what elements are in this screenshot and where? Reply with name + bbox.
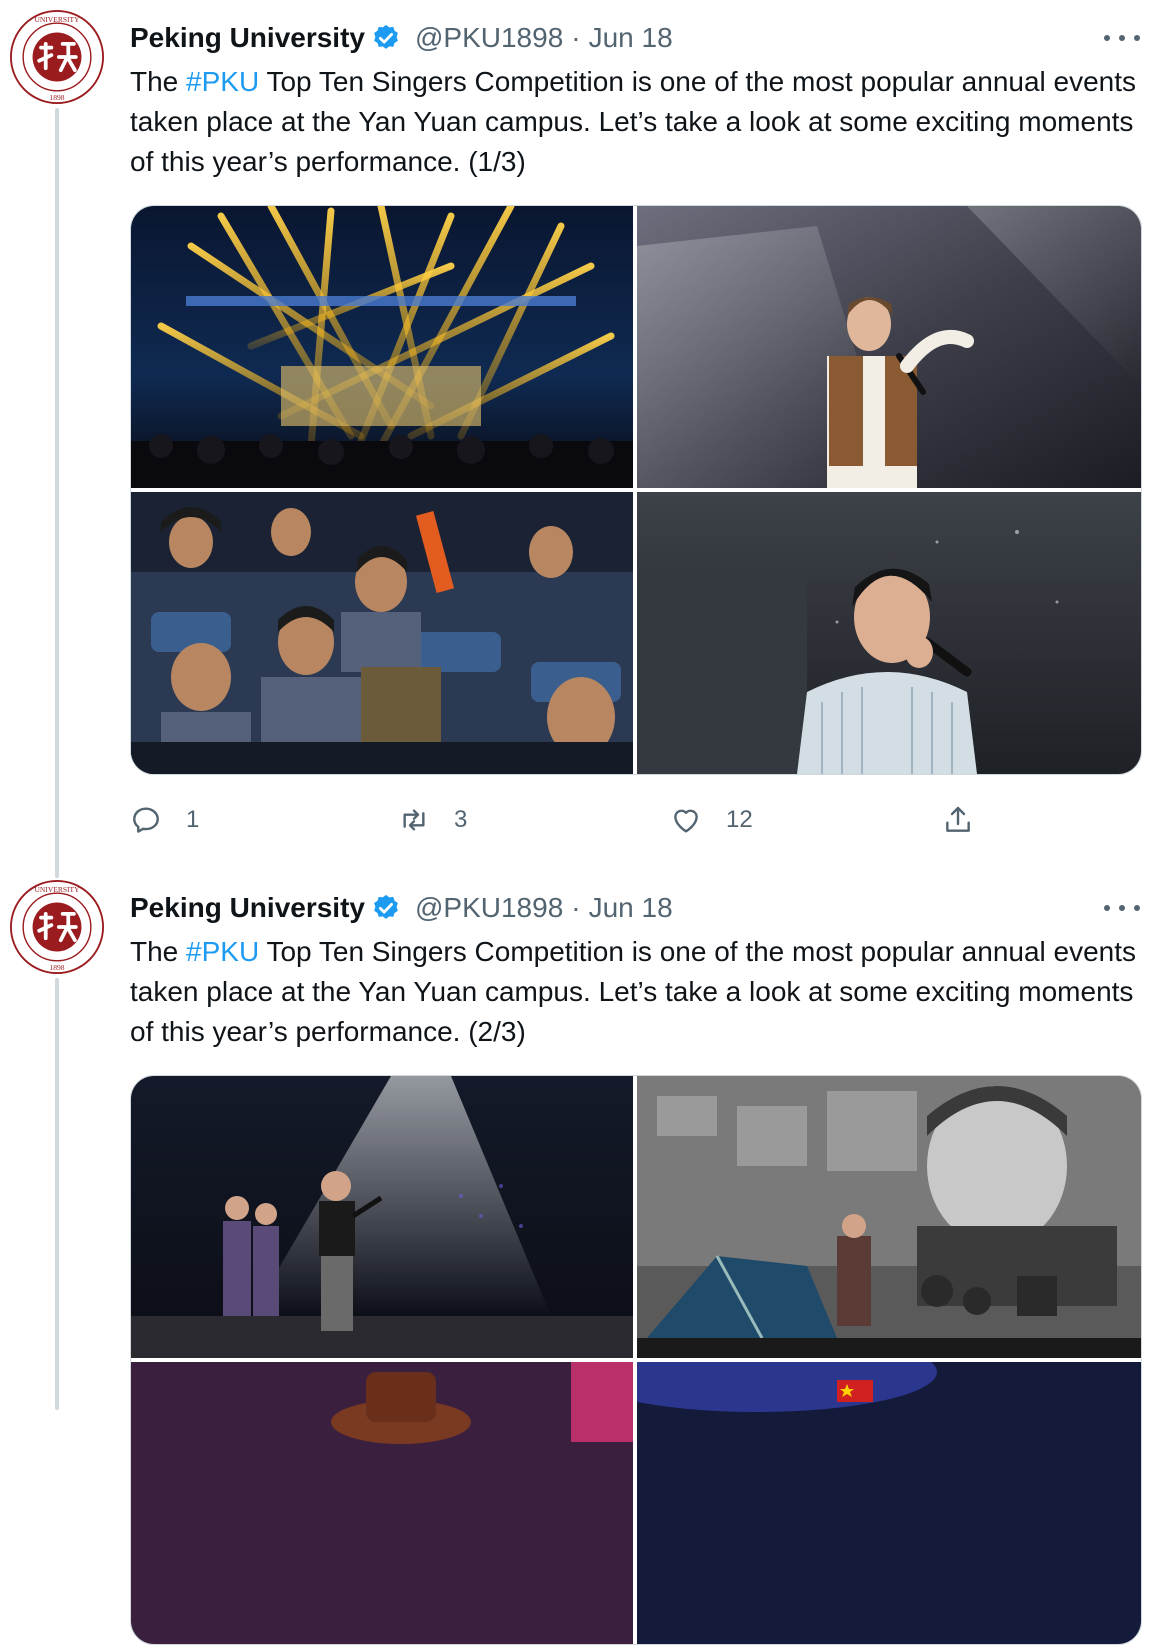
tweet-text-rest: Top Ten Singers Competition is one of th…: [130, 936, 1137, 1047]
separator-dot: ·: [571, 22, 581, 53]
author-name[interactable]: Peking University: [130, 892, 365, 924]
tweet-actions: 1 3 12: [130, 800, 1140, 840]
tweet-header: Peking University @PKU1898 · Jun 18: [130, 18, 673, 58]
reply-icon: [133, 807, 159, 833]
female-singer-photo: [637, 206, 1141, 488]
reply-button[interactable]: 1: [130, 800, 199, 840]
tweet[interactable]: UNIVERSITY 1898 Peking University @PKU18…: [0, 0, 1164, 870]
tweet-text: The #PKU Top Ten Singers Competition is …: [130, 62, 1150, 182]
author-handle[interactable]: @PKU1898: [415, 22, 563, 54]
audience-photo: [131, 492, 633, 774]
hashtag-link[interactable]: #PKU: [186, 66, 259, 97]
singer-with-backup-photo: [131, 1076, 633, 1358]
verified-badge-icon: [371, 893, 401, 923]
heart-icon: [674, 809, 698, 833]
photo-male-singer[interactable]: [637, 492, 1141, 774]
like-button[interactable]: 12: [670, 800, 753, 840]
photo-grid: [130, 205, 1142, 775]
photo-stage-lights[interactable]: [131, 206, 633, 488]
retweet-icon: [403, 809, 425, 831]
male-singer-photo: [637, 492, 1141, 774]
stage-flag-photo: [637, 1362, 1141, 1644]
tweet-date[interactable]: Jun 18: [589, 22, 673, 54]
tweet-text: The #PKU Top Ten Singers Competition is …: [130, 932, 1150, 1052]
svg-text:UNIVERSITY: UNIVERSITY: [34, 15, 80, 24]
share-button[interactable]: [942, 800, 974, 840]
tweet[interactable]: UNIVERSITY 1898 Peking University @PKU18…: [0, 870, 1164, 1645]
tweet-text-start: The: [130, 66, 187, 97]
svg-text:UNIVERSITY: UNIVERSITY: [34, 885, 80, 894]
like-count: 12: [726, 806, 753, 833]
pku-logo-icon: UNIVERSITY 1898: [10, 880, 104, 974]
avatar[interactable]: UNIVERSITY 1898: [10, 10, 104, 104]
photo-singer-with-backup[interactable]: [131, 1076, 633, 1358]
photo-female-singer[interactable]: [637, 206, 1141, 488]
tweet-header: Peking University @PKU1898 · Jun 18: [130, 888, 673, 928]
photo-singer-tent-stage[interactable]: [637, 1076, 1141, 1358]
photo-performer-hat[interactable]: [131, 1362, 633, 1644]
photo-grid: [130, 1075, 1142, 1645]
separator-dot: ·: [571, 892, 581, 923]
svg-text:1898: 1898: [49, 963, 64, 972]
tweet-text-start: The: [130, 936, 187, 967]
hashtag-link[interactable]: #PKU: [186, 936, 259, 967]
share-icon: [946, 806, 970, 832]
retweet-button[interactable]: 3: [398, 800, 467, 840]
verified-badge-icon: [371, 23, 401, 53]
photo-stage-flag[interactable]: [637, 1362, 1141, 1644]
author-handle[interactable]: @PKU1898: [415, 892, 563, 924]
singer-on-tent-stage-photo: [637, 1076, 1141, 1358]
pku-logo-icon: UNIVERSITY 1898: [10, 10, 104, 104]
performer-hat-photo: [131, 1362, 633, 1644]
tweet-date[interactable]: Jun 18: [589, 892, 673, 924]
retweet-count: 3: [454, 806, 468, 833]
tweet-text-rest: Top Ten Singers Competition is one of th…: [130, 66, 1137, 177]
author-name[interactable]: Peking University: [130, 22, 365, 54]
svg-text:1898: 1898: [49, 93, 64, 102]
more-options-icon[interactable]: [1104, 898, 1140, 918]
photo-audience[interactable]: [131, 492, 633, 774]
reply-count: 1: [186, 806, 200, 833]
more-options-icon[interactable]: [1104, 28, 1140, 48]
avatar[interactable]: UNIVERSITY 1898: [10, 880, 104, 974]
stage-lights-photo: [131, 206, 633, 488]
